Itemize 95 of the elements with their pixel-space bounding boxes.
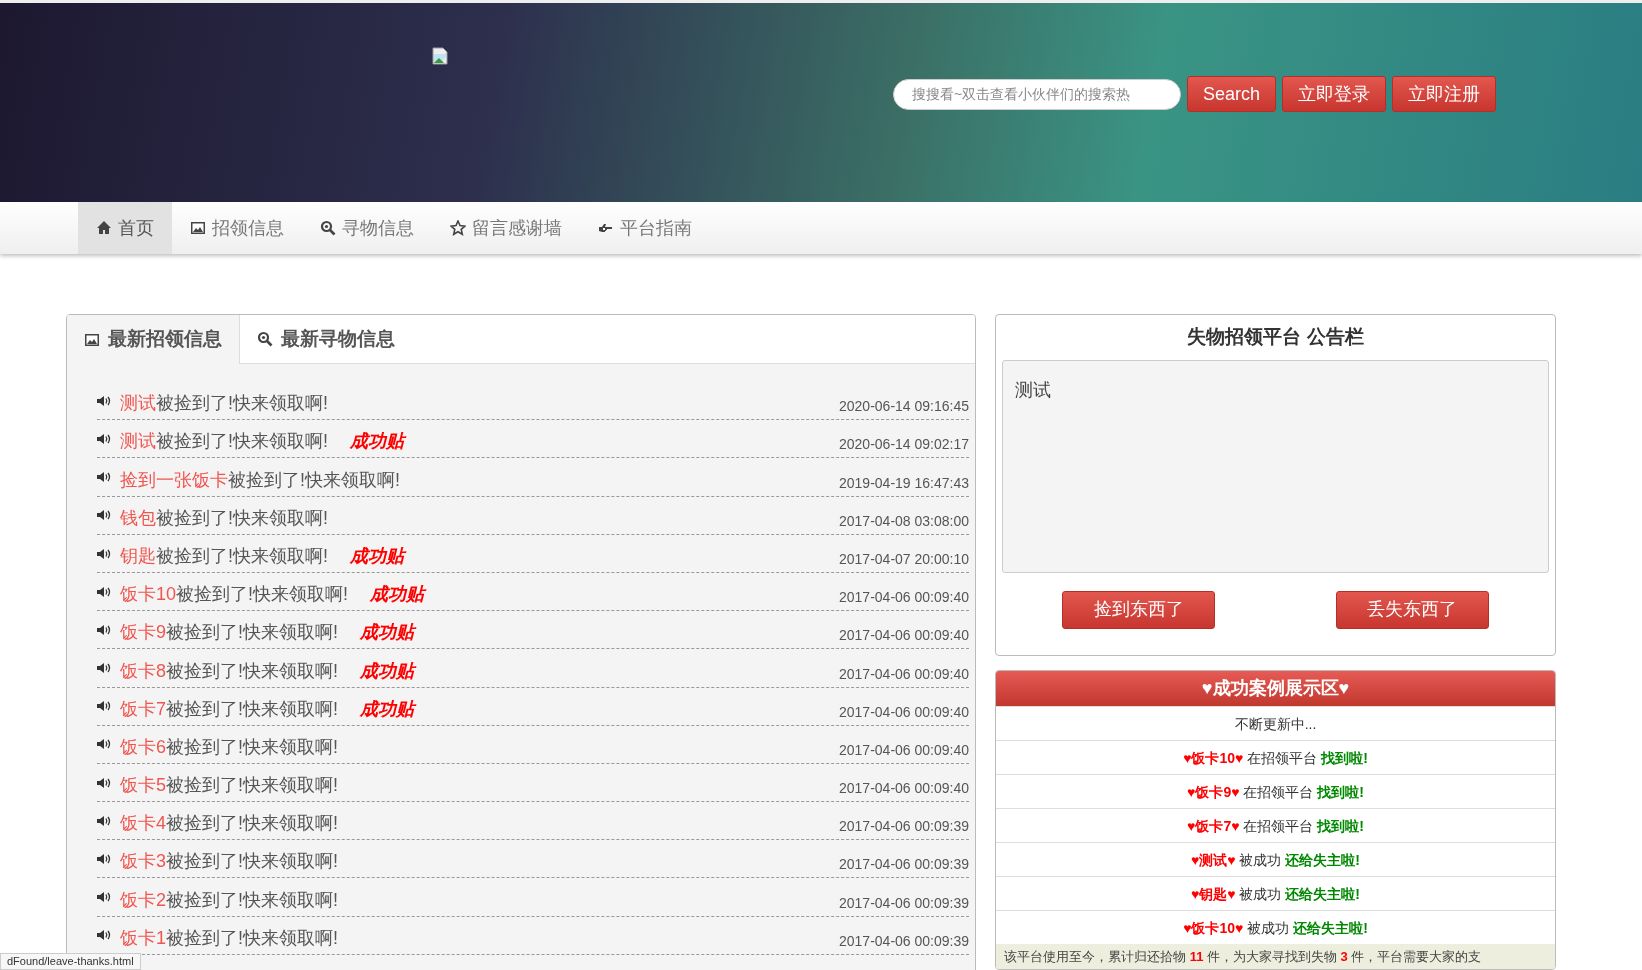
item-time: 2019-04-19 16:47:43	[839, 473, 969, 493]
success-tag: 成功贴	[360, 695, 415, 723]
star-icon	[450, 220, 466, 236]
success-case: ♥饭卡10♥ 在招领平台 找到啦!	[996, 739, 1555, 774]
item-text: 被捡到了!快来领取啊!	[176, 583, 349, 607]
success-case: ♥饭卡10♥ 被成功 还给失主啦!	[996, 909, 1555, 944]
item-text: 被捡到了!快来领取啊!	[166, 888, 339, 912]
nav-tab[interactable]: 留言感谢墙	[432, 202, 580, 254]
speaker-icon	[97, 623, 112, 636]
item-name-link[interactable]: 饭卡1	[120, 924, 166, 952]
item-time: 2017-04-08 03:08:00	[839, 511, 969, 531]
nav-tab[interactable]: 平台指南	[580, 202, 710, 254]
nav-tab[interactable]: 首页	[78, 202, 172, 254]
item-time: 2017-04-06 00:09:39	[839, 855, 969, 875]
stats-text: 该平台使用至今，累计归还拾物 11 件，为大家寻找到失物 3 件，平台需要大家的支	[996, 943, 1555, 969]
item-time: 2017-04-06 00:09:40	[839, 740, 969, 760]
login-button[interactable]: 立即登录	[1282, 76, 1387, 112]
search-icon	[320, 220, 336, 236]
speaker-icon	[97, 814, 112, 827]
speaker-icon	[97, 700, 112, 713]
item-text: 被捡到了!快来领取啊!	[156, 544, 328, 568]
success-tag: 成功贴	[360, 619, 415, 647]
speaker-icon	[97, 394, 112, 407]
success-tag: 成功贴	[360, 657, 415, 685]
item-name-link[interactable]: 饭卡4	[120, 810, 166, 838]
speaker-icon	[97, 929, 112, 942]
item-name-link[interactable]: 钥匙	[120, 542, 156, 570]
item-text: 被捡到了!快来领取啊!	[166, 735, 339, 759]
notice-title: 失物招领平台 公告栏	[1186, 325, 1365, 349]
speaker-icon	[97, 432, 112, 445]
item-name-link[interactable]: 测试	[120, 428, 156, 456]
item-text: 被捡到了!快来领取啊!	[156, 392, 328, 416]
item-name-link[interactable]: 钱包	[120, 504, 156, 532]
search-button[interactable]: Search	[1187, 76, 1277, 112]
update-note: 不断更新中...	[996, 705, 1555, 740]
speaker-icon	[97, 738, 112, 751]
notice-button[interactable]: 捡到东西了	[1062, 590, 1216, 629]
item-name-link[interactable]: 测试	[120, 390, 156, 418]
item-text: 被捡到了!快来领取啊!	[156, 430, 328, 454]
item-name-link[interactable]: 饭卡3	[120, 848, 166, 876]
item-time: 2017-04-06 00:09:40	[839, 664, 969, 684]
speaker-icon	[97, 509, 112, 522]
item-name-link[interactable]: 饭卡10	[120, 581, 177, 609]
notice-button[interactable]: 丢失东西了	[1335, 590, 1489, 629]
item-name-link[interactable]: 饭卡7	[120, 695, 166, 723]
item-time: 2017-04-06 00:09:40	[839, 626, 969, 646]
item-time: 2017-04-06 00:09:40	[839, 588, 969, 608]
item-time: 2017-04-06 00:09:39	[839, 893, 969, 913]
item-text: 被捡到了!快来领取啊!	[166, 850, 339, 874]
item-text: 被捡到了!快来领取啊!	[166, 621, 339, 645]
picture-icon	[84, 331, 100, 348]
speaker-icon	[97, 891, 112, 904]
item-name-link[interactable]: 饭卡5	[120, 772, 166, 800]
item-name-link[interactable]: 饭卡9	[120, 619, 166, 647]
item-time: 2020-06-14 09:02:17	[839, 435, 969, 455]
success-tag: 成功贴	[370, 581, 425, 609]
status-url: dFound/leave-thanks.html	[0, 953, 141, 970]
nav-tab[interactable]: 招领信息	[172, 202, 302, 254]
item-text: 被捡到了!快来领取啊!	[166, 926, 339, 950]
speaker-icon	[97, 471, 112, 484]
item-time: 2017-04-07 20:00:10	[839, 549, 969, 569]
item-time: 2017-04-06 00:09:40	[839, 779, 969, 799]
picture-icon	[190, 220, 206, 236]
speaker-icon	[97, 585, 112, 598]
item-time: 2020-06-14 09:16:45	[839, 397, 969, 417]
item-name-link[interactable]: 捡到一张饭卡	[120, 466, 228, 494]
item-time: 2017-04-06 00:09:40	[839, 702, 969, 722]
speaker-icon	[97, 776, 112, 789]
item-text: 被捡到了!快来领取啊!	[166, 697, 339, 721]
item-text: 被捡到了!快来领取啊!	[166, 659, 339, 683]
success-case: ♥钥匙♥ 被成功 还给失主啦!	[996, 875, 1555, 910]
home-icon	[96, 220, 112, 236]
search-icon	[257, 331, 273, 347]
item-text: 被捡到了!快来领取啊!	[166, 774, 339, 798]
nav-tab[interactable]: 寻物信息	[302, 202, 432, 254]
item-text: 被捡到了!快来领取啊!	[156, 506, 328, 530]
register-button[interactable]: 立即注册	[1392, 76, 1497, 112]
item-time: 2017-04-06 00:09:39	[839, 817, 969, 837]
item-name-link[interactable]: 饭卡8	[120, 657, 166, 685]
notice-body: 测试	[1002, 359, 1549, 573]
speaker-icon	[97, 662, 112, 675]
success-case: ♥饭卡7♥ 在招领平台 找到啦!	[996, 807, 1555, 842]
success-case: ♥饭卡9♥ 在招领平台 找到啦!	[996, 773, 1555, 808]
item-name-link[interactable]: 饭卡6	[120, 733, 166, 761]
success-title: ♥成功案例展示区♥	[996, 670, 1555, 706]
speaker-icon	[97, 853, 112, 865]
search-field[interactable]: 搜搜看~双击查看小伙伴们的搜索热	[893, 78, 1181, 110]
item-text: 被捡到了!快来领取啊!	[166, 812, 339, 836]
speaker-icon	[97, 547, 112, 560]
item-time: 2017-04-06 00:09:39	[839, 931, 969, 951]
item-text: 被捡到了!快来领取啊!	[228, 468, 400, 492]
success-case: ♥测试♥ 被成功 还给失主啦!	[996, 841, 1555, 876]
item-name-link[interactable]: 饭卡2	[120, 886, 166, 914]
panel-tab[interactable]: 最新招领信息	[67, 315, 240, 364]
broken-image-icon	[431, 46, 449, 65]
